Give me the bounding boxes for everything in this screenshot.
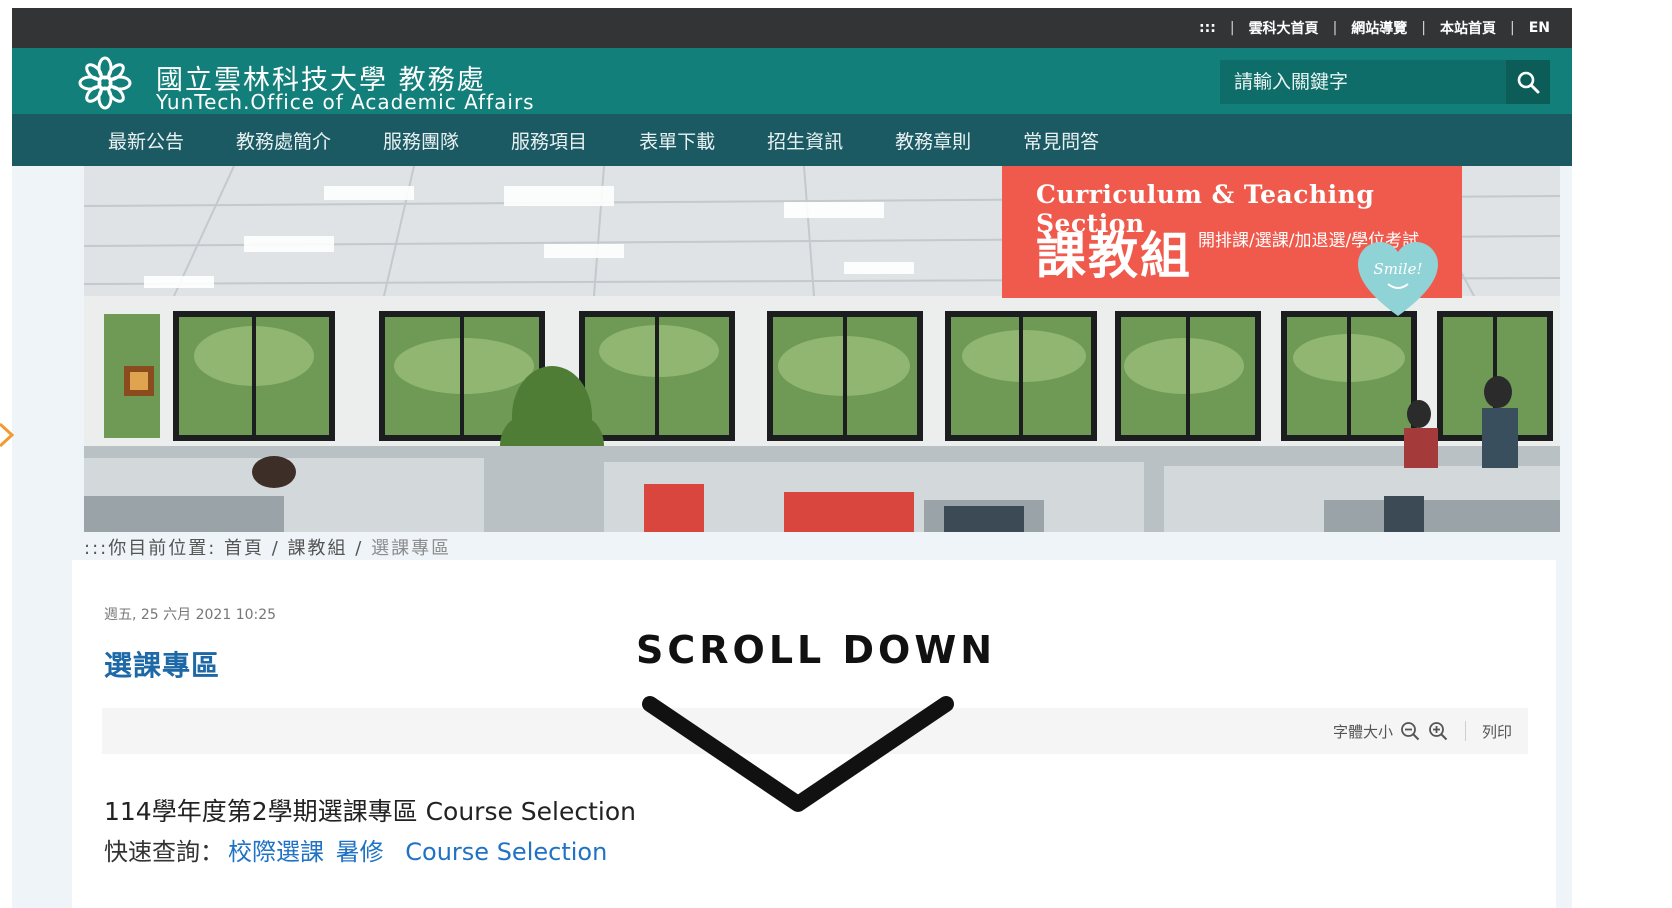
chevron-right-icon: [0, 422, 15, 448]
font-size-label: 字體大小: [1332, 722, 1393, 741]
search-input[interactable]: [1220, 60, 1500, 104]
heart-badge: Smile!: [1358, 242, 1438, 316]
section-sign: Curriculum & Teaching Section 課教組 開排課/選課…: [1002, 166, 1462, 316]
search-icon: [1517, 71, 1540, 94]
quick-label: 快速查詢：: [104, 838, 224, 866]
nav-item-forms[interactable]: 表單下載: [639, 127, 715, 154]
summer-session-link[interactable]: 暑修: [336, 838, 384, 866]
search-button[interactable]: [1506, 60, 1550, 104]
post-date: 週五, 25 六月 2021 10:25: [104, 607, 277, 623]
site-header: 國立雲林科技大學 教務處 YunTech.Office of Academic …: [12, 48, 1572, 114]
nav-item-team[interactable]: 服務團隊: [383, 127, 459, 154]
intercollegiate-link[interactable]: 校際選課: [228, 838, 324, 866]
search-box: [1220, 60, 1550, 104]
course-selection-link[interactable]: Course Selection: [405, 838, 607, 866]
utility-bar: ::: | 雲科大首頁 | 網站導覽 | 本站首頁 | EN: [12, 8, 1572, 48]
sitemap-link[interactable]: 網站導覽: [1351, 18, 1407, 38]
site-home-link[interactable]: 本站首頁: [1440, 18, 1496, 38]
article-heading: 114學年度第2學期選課專區 Course Selection: [104, 797, 637, 826]
yuntech-home-link[interactable]: 雲科大首頁: [1249, 18, 1319, 38]
nav-item-news[interactable]: 最新公告: [108, 127, 184, 154]
main-nav: 最新公告 教務處簡介 服務團隊 服務項目 表單下載 招生資訊 教務章則 常見問答: [12, 114, 1572, 166]
page-title: 選課專區: [104, 649, 221, 682]
nav-item-admissions[interactable]: 招生資訊: [767, 127, 843, 154]
zoom-out-button[interactable]: [1399, 720, 1421, 742]
breadcrumb: :::你目前位置: 首頁 / 課教組 / 選課專區: [84, 538, 452, 559]
breadcrumb-current: 選課專區: [371, 538, 452, 559]
chevron-down-icon: [642, 696, 954, 812]
sign-title-zh: 課教組: [1036, 227, 1192, 285]
nav-item-regulations[interactable]: 教務章則: [895, 127, 971, 154]
scroll-down-label: SCROLL DOWN: [636, 628, 997, 672]
english-link[interactable]: EN: [1529, 20, 1550, 36]
accesskey-link[interactable]: :::: [1199, 20, 1216, 36]
zoom-in-button[interactable]: [1427, 720, 1449, 742]
zoom-out-icon: [1401, 722, 1420, 741]
nav-item-faq[interactable]: 常見問答: [1023, 127, 1099, 154]
nav-item-services[interactable]: 服務項目: [511, 127, 587, 154]
university-logo-icon[interactable]: [78, 56, 132, 110]
utility-links: ::: | 雲科大首頁 | 網站導覽 | 本站首頁 | EN: [1199, 18, 1550, 38]
breadcrumb-prefix: :::你目前位置:: [84, 538, 217, 559]
breadcrumb-home[interactable]: 首頁: [224, 538, 264, 559]
heart-text: Smile!: [1374, 260, 1423, 278]
nav-item-about[interactable]: 教務處簡介: [236, 127, 331, 154]
quick-links: 快速查詢： 校際選課 暑修 Course Selection: [104, 832, 607, 867]
site-subtitle: YunTech.Office of Academic Affairs: [156, 90, 535, 114]
hero-banner: Curriculum & Teaching Section 課教組 開排課/選課…: [84, 166, 1560, 532]
print-button[interactable]: 列印: [1482, 721, 1512, 742]
zoom-in-icon: [1429, 722, 1448, 741]
article-tools: 字體大小 列印: [1333, 708, 1512, 754]
breadcrumb-section[interactable]: 課教組: [288, 538, 348, 559]
